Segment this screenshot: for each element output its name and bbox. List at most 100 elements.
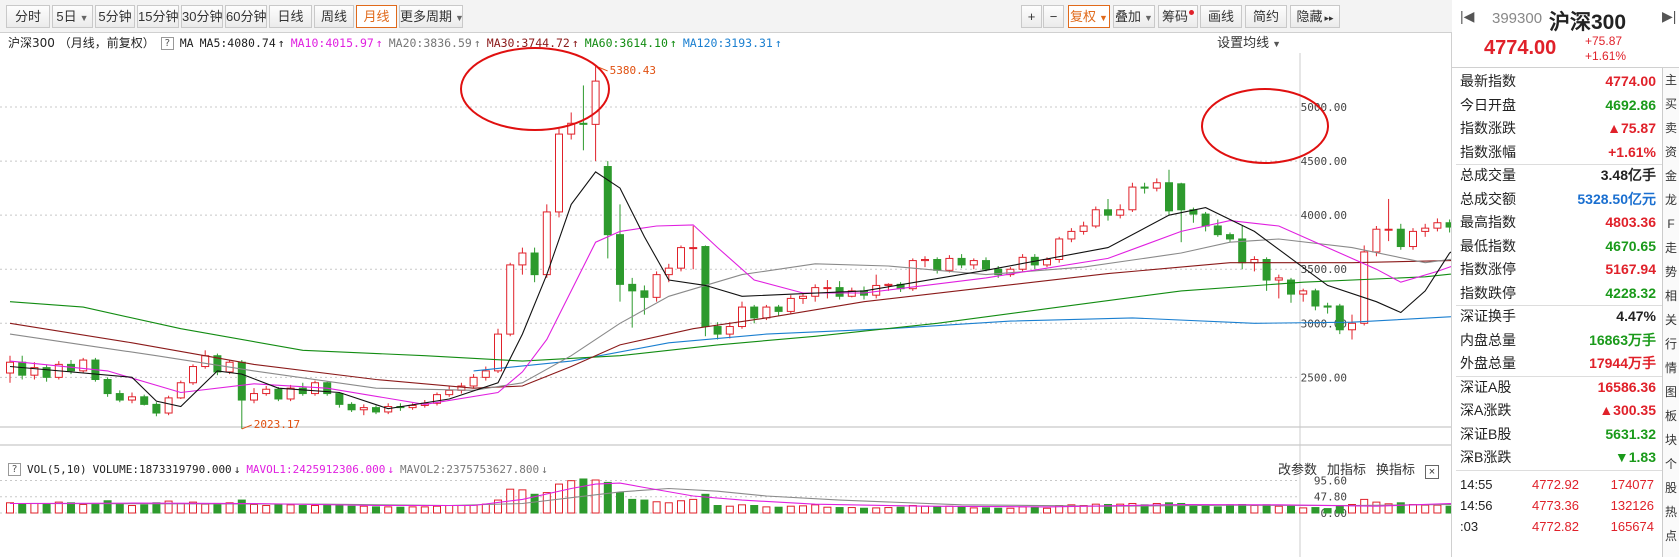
volume-bar [921,505,929,514]
quote-row: 深证B股 5631.32 [1452,423,1662,447]
candlestick-chart[interactable]: 5000.004500.004000.003500.003000.002500.… [0,33,1451,557]
tick-volume: 174077 [1610,476,1654,492]
period-tab-label: 30分钟 [182,9,223,24]
quote-row: 深A涨跌 ▲300.35 [1452,399,1662,423]
volume-bar [774,506,783,514]
candle-body [579,122,588,125]
prev-stock-icon[interactable]: |◀ [1460,8,1474,25]
candle-body [982,260,990,270]
volume-bar [1213,506,1222,514]
period-tab-7[interactable]: 周线 [314,5,354,28]
zoom-out-button[interactable]: − [1043,5,1064,28]
side-tab-label: 关 [1664,313,1677,327]
volume-tool-2[interactable]: 换指标 [1376,462,1415,477]
close-icon[interactable]: × [1425,465,1439,479]
current-price: 4774.00 [1484,37,1557,59]
quote-row-value: 5167.94 [1605,261,1656,277]
period-tab-8[interactable]: 月线 [356,5,397,28]
candle-body [359,407,368,411]
volume-bar [1250,505,1259,514]
volume-bar [847,507,856,514]
candle-body [347,403,356,411]
candle-body [969,260,978,266]
volume-bar [335,505,344,514]
candle-body [738,306,746,328]
side-tab-label: 情 [1664,361,1677,375]
tool-button-5[interactable]: 隐藏 ▸▸ [1290,5,1340,28]
candle-body [1238,238,1247,264]
candle-body [1348,322,1356,331]
next-stock-icon[interactable]: ▶| [1662,8,1676,25]
period-tab-9[interactable]: 更多周期 ▼ [399,5,464,28]
quote-row: 指数涨幅 +1.61% [1452,141,1662,165]
volume-bar [616,492,624,514]
side-tab-label: 龙 [1664,193,1677,207]
tool-button-2[interactable]: 筹码 [1158,5,1198,28]
volume-bar [603,481,612,514]
side-tab-label: 股 [1664,481,1677,495]
period-tab-6[interactable]: 日线 [269,5,312,28]
quote-row: 今日开盘 4692.86 [1452,94,1662,118]
candle-body [1372,228,1381,253]
quote-header: |◀ 399300 沪深300 ▶| 4774.00 +75.87 +1.61% [1452,0,1679,68]
help-icon[interactable]: ? [8,463,21,476]
candle-body [262,388,271,395]
candle-body [1323,305,1332,308]
volume-bar [762,506,771,514]
mavol1-line [9,482,1451,508]
candle-body [1067,230,1076,240]
side-tab-strip[interactable]: 主买卖资金龙F走势相关行情图板块个股热点 [1662,68,1679,557]
chevron-down-icon: ▼ [79,13,89,23]
volume-bar [1372,501,1381,514]
volume-bar [359,505,368,514]
tick-time: 14:55 [1460,476,1493,492]
ma20-line [9,238,1451,391]
volume-tool-0[interactable]: 改参数 [1278,462,1317,477]
candle-body [1116,209,1125,216]
tool-button-4[interactable]: 简约 [1245,5,1287,28]
volume-bar [811,504,820,514]
volume-bar [1201,505,1210,514]
ma120-line [473,316,1451,372]
period-tab-0[interactable]: 分时 [6,5,50,28]
period-tab-1[interactable]: 5日 ▼ [52,5,93,28]
candle-body [1409,230,1417,248]
chevron-down-icon: ▼ [455,13,464,23]
quote-row-value: +1.61% [1608,143,1656,160]
volume-bar [481,503,490,514]
volume-bar [469,504,478,514]
candle-body [1165,182,1173,212]
candle-body [555,133,563,213]
period-tab-5[interactable]: 60分钟 [225,5,267,28]
volume-bar [176,502,185,514]
candle-body [237,361,246,401]
candle-body [518,252,527,266]
volume-text: VOLUME:1873319790.000 [92,463,232,476]
quote-row-value: 4.47% [1616,308,1656,324]
volume-bar [1445,505,1451,514]
double-arrow-icon: ▸▸ [1324,13,1334,23]
candle-body [335,393,344,405]
volume-bar [347,505,356,514]
chevron-down-icon: ▼ [1099,13,1108,23]
tool-button-1[interactable]: 叠加 ▼ [1113,5,1155,28]
volume-bar [213,502,222,514]
candle-body [725,326,734,335]
period-tab-2[interactable]: 5分钟 [95,5,135,28]
zoom-in-button[interactable]: + [1021,5,1042,28]
quote-row-value: 4803.36 [1605,214,1656,230]
quote-row-value: 5328.50亿元 [1577,190,1656,207]
quote-row-label: 外盘总量 [1460,355,1516,371]
tool-button-0[interactable]: 复权 ▼ [1068,5,1110,28]
period-tab-4[interactable]: 30分钟 [181,5,223,28]
volume-bar [250,503,258,514]
period-tab-label: 60分钟 [226,9,267,24]
volume-bar [1409,503,1417,514]
volume-bar [689,498,698,514]
volume-bar [982,507,990,514]
candle-body [603,166,612,236]
period-tab-3[interactable]: 15分钟 [137,5,179,28]
volume-tool-1[interactable]: 加指标 [1327,462,1366,477]
volume-bar [262,505,271,514]
tool-button-3[interactable]: 画线 [1200,5,1242,28]
